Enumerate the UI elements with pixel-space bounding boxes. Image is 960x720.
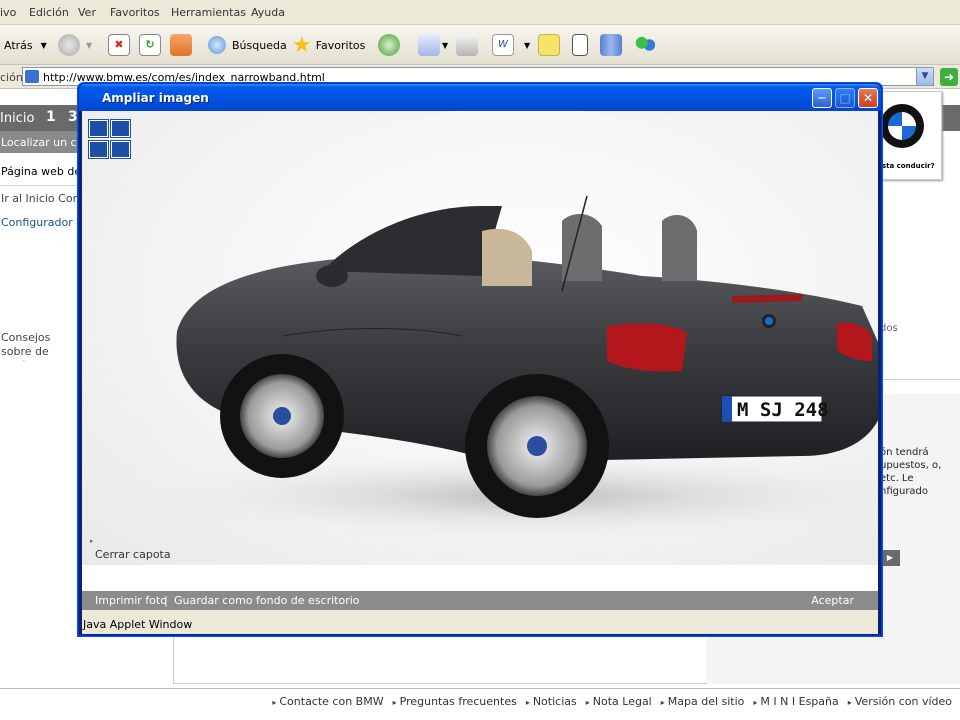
- menu-tools[interactable]: Herramientas: [171, 6, 246, 19]
- sidebar-divider: [0, 185, 80, 186]
- mail-button[interactable]: ▼: [418, 31, 448, 59]
- forward-arrow-icon: [58, 34, 80, 56]
- nav-inicio[interactable]: Inicio: [0, 111, 34, 126]
- car-image: M SJ 248: [112, 195, 878, 541]
- sidebar-ir-inicio[interactable]: Ir al Inicio Conce: [0, 192, 80, 214]
- tail-light-left: [607, 323, 687, 372]
- sidebar-pagina-web[interactable]: Página web de E: [0, 165, 80, 187]
- car-seat: [482, 228, 532, 286]
- action-separator: |: [164, 594, 168, 607]
- dialog-action-bar: Imprimir foto | Guardar como fondo de es…: [82, 591, 878, 610]
- sticky-note-icon: [538, 34, 560, 56]
- footer-links: Contacte con BMW Preguntas frecuentes No…: [0, 695, 960, 713]
- right-divider: [880, 379, 960, 380]
- footer-noticias[interactable]: Noticias: [526, 695, 577, 713]
- search-icon: [208, 36, 226, 54]
- side-mirror: [316, 265, 348, 287]
- edit-dropdown-icon[interactable]: ▼: [524, 41, 530, 50]
- address-dropdown-icon[interactable]: ▼: [916, 68, 933, 85]
- applet-label: Java Applet Window: [83, 618, 193, 631]
- research-books-icon: [600, 34, 622, 56]
- stop-icon: ✖: [108, 34, 130, 56]
- forward-button[interactable]: ▼: [58, 31, 92, 59]
- accept-button[interactable]: Aceptar: [811, 594, 854, 607]
- back-dropdown-icon[interactable]: ▼: [41, 41, 47, 50]
- bmw-roundel-icon: [888, 112, 916, 140]
- mail-dropdown-icon[interactable]: ▼: [442, 41, 448, 50]
- print-photo-link[interactable]: Imprimir foto: [95, 594, 167, 607]
- menu-favorites[interactable]: Favoritos: [110, 6, 160, 19]
- footer-divider: [0, 688, 960, 689]
- forward-dropdown-icon[interactable]: ▼: [86, 41, 92, 50]
- history-icon: [378, 34, 400, 56]
- cerrar-capota-link[interactable]: Cerrar capota: [90, 537, 171, 561]
- edit-button[interactable]: W ▼: [492, 31, 530, 59]
- refresh-icon: ↻: [139, 34, 161, 56]
- bmw-logo-icon: [880, 104, 924, 148]
- footer-mini[interactable]: M I N I España: [753, 695, 838, 713]
- printer-icon: [456, 34, 478, 56]
- sidebar-localizar[interactable]: Localizar un con: [0, 131, 80, 153]
- toolbar: Atrás ▼ ▼ ✖ ↻ Búsqueda ★ Favoritos ▼ W ▼: [0, 25, 960, 65]
- mail-icon: [418, 34, 440, 56]
- go-arrow-icon[interactable]: ➜: [940, 68, 958, 86]
- dialog-titlebar[interactable]: Ampliar imagen ─ □ ✕: [79, 84, 881, 111]
- favorites-star-icon: ★: [292, 32, 312, 58]
- save-wallpaper-link[interactable]: Guardar como fondo de escritorio: [174, 594, 360, 607]
- car-rollbar-right: [662, 215, 697, 281]
- dialog-body: M SJ 248 Cerrar capota Imprimir foto | G: [82, 111, 878, 634]
- content-box: [173, 634, 707, 684]
- favorites-button[interactable]: ★ Favoritos: [292, 31, 365, 59]
- back-button[interactable]: Atrás ▼: [4, 31, 47, 59]
- sidebar-consejos[interactable]: Consejos sobre de vehículo: [0, 331, 80, 361]
- right-text-dos: dos: [880, 323, 898, 334]
- bmw-tagline: usta conducir?: [877, 162, 935, 170]
- home-button[interactable]: [170, 31, 192, 59]
- refresh-button[interactable]: ↻: [139, 31, 161, 59]
- menu-file[interactable]: ivo: [0, 6, 16, 19]
- stop-button[interactable]: ✖: [108, 31, 130, 59]
- sidebar-configurador[interactable]: Configurador de: [0, 216, 80, 238]
- footer-mapa[interactable]: Mapa del sitio: [661, 695, 745, 713]
- minimize-icon[interactable]: ─: [812, 88, 832, 108]
- search-label: Búsqueda: [232, 38, 287, 52]
- back-label: Atrás: [4, 38, 33, 52]
- maximize-icon: □: [835, 88, 855, 108]
- home-icon: [170, 34, 192, 56]
- menu-edit[interactable]: Edición: [29, 6, 69, 19]
- research-button[interactable]: [600, 31, 622, 59]
- phone-icon: [572, 34, 588, 56]
- notes-button[interactable]: [538, 31, 560, 59]
- nav-step-3[interactable]: 3: [68, 109, 78, 125]
- messenger-device-button[interactable]: [572, 31, 588, 59]
- image-dialog: Ampliar imagen ─ □ ✕ M SJ 248 ▸ Cerrar c…: [78, 83, 882, 636]
- menu-bar: ivo Edición Ver Favoritos Herramientas A…: [0, 0, 960, 25]
- license-plate-text: M SJ 248: [737, 399, 829, 421]
- page-icon: [25, 70, 39, 83]
- menu-help[interactable]: Ayuda: [251, 6, 285, 19]
- dialog-title: Ampliar imagen: [102, 91, 209, 105]
- print-button[interactable]: [456, 31, 478, 59]
- nav-step-1[interactable]: 1: [46, 109, 56, 125]
- messenger-icon: [634, 34, 656, 56]
- word-edit-icon: W: [492, 34, 514, 56]
- footer-nota-legal[interactable]: Nota Legal: [586, 695, 652, 713]
- footer-preguntas[interactable]: Preguntas frecuentes: [393, 695, 517, 713]
- favorites-label: Favoritos: [315, 38, 366, 52]
- search-button[interactable]: Búsqueda: [208, 31, 287, 59]
- applet-status-bar: Java Applet Window: [82, 610, 878, 634]
- right-paragraph: ón tendrá upuestos, o, etc. Le nfigurado: [880, 447, 942, 497]
- footer-video[interactable]: Versión con vídeo: [848, 695, 952, 713]
- address-label: ción: [0, 71, 23, 84]
- menu-view[interactable]: Ver: [78, 6, 96, 19]
- car-image-viewer: M SJ 248 Cerrar capota: [82, 111, 878, 565]
- messenger-button[interactable]: [634, 31, 656, 59]
- footer-contacte[interactable]: Contacte con BMW: [272, 695, 383, 713]
- car-windshield: [322, 206, 502, 276]
- history-button[interactable]: [378, 31, 400, 59]
- close-icon[interactable]: ✕: [858, 88, 878, 108]
- right-arrow-button[interactable]: ▶: [880, 550, 900, 566]
